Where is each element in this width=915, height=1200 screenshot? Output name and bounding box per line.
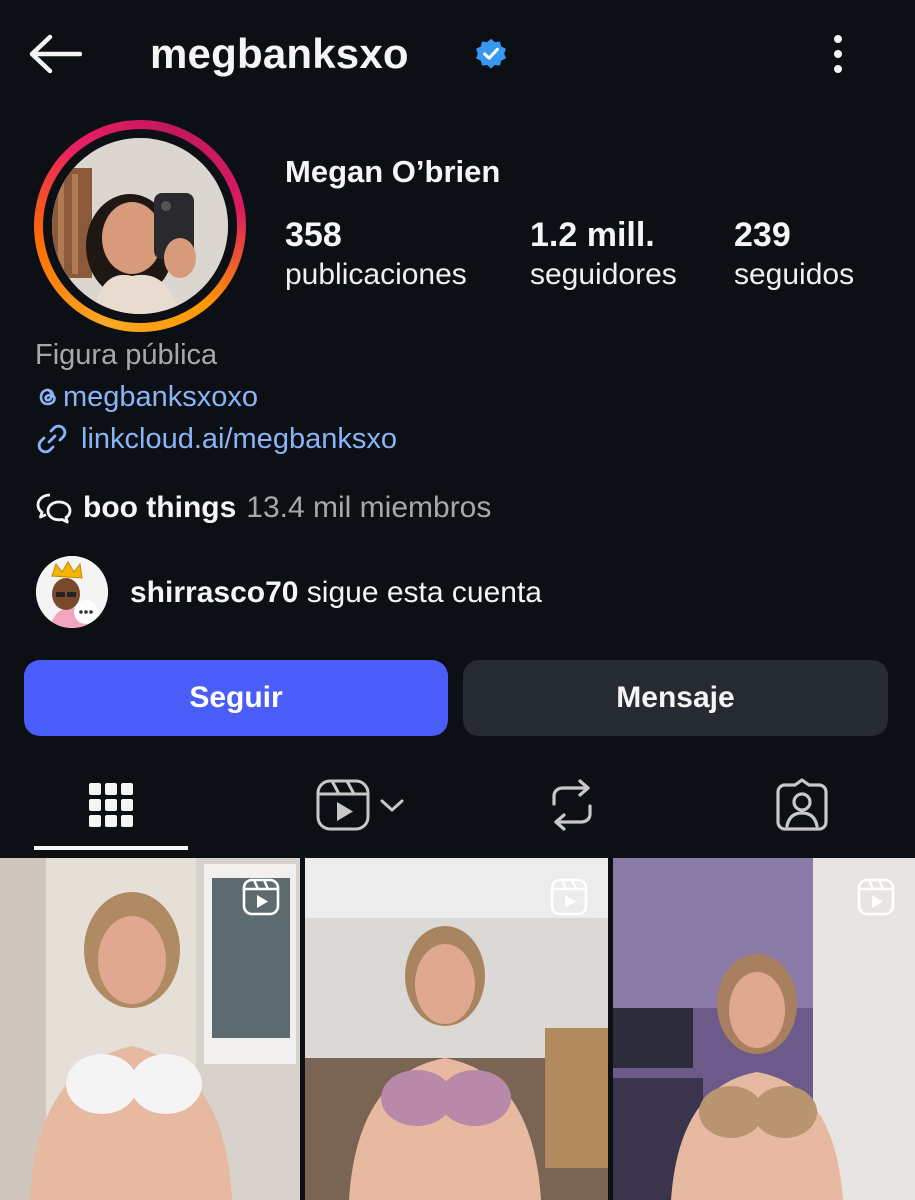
more-vertical-icon <box>834 35 842 73</box>
stat-posts[interactable]: 358 publicaciones <box>285 214 467 294</box>
profile-category: Figura pública <box>35 339 218 371</box>
post-thumbnail[interactable] <box>0 858 300 1200</box>
channel-members: 13.4 mil miembros <box>246 491 492 524</box>
stat-posts-value: 358 <box>285 216 342 254</box>
mutual-follower-avatar[interactable] <box>36 556 108 628</box>
stat-followers[interactable]: 1.2 mill. seguidores <box>530 214 677 294</box>
avatar-photo <box>52 138 228 314</box>
link-icon <box>37 424 67 454</box>
profile-full-name: Megan O’brien <box>285 154 501 189</box>
broadcast-channel[interactable]: boo things 13.4 mil miembros <box>35 488 491 528</box>
stat-following-value: 239 <box>734 216 791 254</box>
reels-badge-icon <box>857 878 895 916</box>
broadcast-channel-icon <box>36 493 72 524</box>
reels-badge-icon <box>550 878 588 916</box>
tab-reels[interactable] <box>290 760 430 850</box>
repost-icon <box>552 779 592 831</box>
active-tab-indicator <box>34 846 188 850</box>
tab-tagged[interactable] <box>762 760 842 850</box>
stat-followers-value: 1.2 mill. <box>530 216 655 254</box>
tab-reposts[interactable] <box>530 760 614 850</box>
threads-link[interactable]: megbanksxoxo <box>35 378 258 416</box>
reels-badge-icon <box>242 878 280 916</box>
followed-by-text[interactable]: shirrasco70 sigue esta cuenta <box>130 573 542 613</box>
stat-posts-label: publicaciones <box>285 258 467 291</box>
chevron-down-icon <box>380 799 404 812</box>
threads-icon <box>39 388 56 406</box>
mutual-follower-username: shirrasco70 <box>130 576 299 609</box>
back-button[interactable] <box>22 28 86 80</box>
post-thumbnail[interactable] <box>305 858 608 1200</box>
channel-name: boo things <box>83 491 237 524</box>
stat-following[interactable]: 239 seguidos <box>734 214 854 294</box>
tab-posts-grid[interactable] <box>34 760 188 850</box>
followed-by-suffix: sigue esta cuenta <box>306 576 542 609</box>
stat-following-label: seguidos <box>734 258 855 291</box>
posts-grid <box>0 858 915 1200</box>
follow-button[interactable]: Seguir <box>24 660 448 736</box>
website-link[interactable]: linkcloud.ai/megbanksxo <box>35 420 397 458</box>
profile-avatar[interactable] <box>34 120 246 332</box>
arrow-left-icon <box>29 34 82 74</box>
post-thumbnail[interactable] <box>613 858 915 1200</box>
verified-badge-icon <box>476 38 506 69</box>
threads-handle: megbanksxoxo <box>63 381 259 413</box>
reels-icon <box>316 779 370 831</box>
tagged-user-icon <box>776 778 828 831</box>
message-button[interactable]: Mensaje <box>463 660 888 736</box>
stat-followers-label: seguidores <box>530 258 677 291</box>
profile-username: megbanksxo <box>150 30 409 77</box>
more-options-button[interactable] <box>818 30 858 78</box>
website-url: linkcloud.ai/megbanksxo <box>81 423 397 455</box>
grid-icon <box>89 783 133 827</box>
